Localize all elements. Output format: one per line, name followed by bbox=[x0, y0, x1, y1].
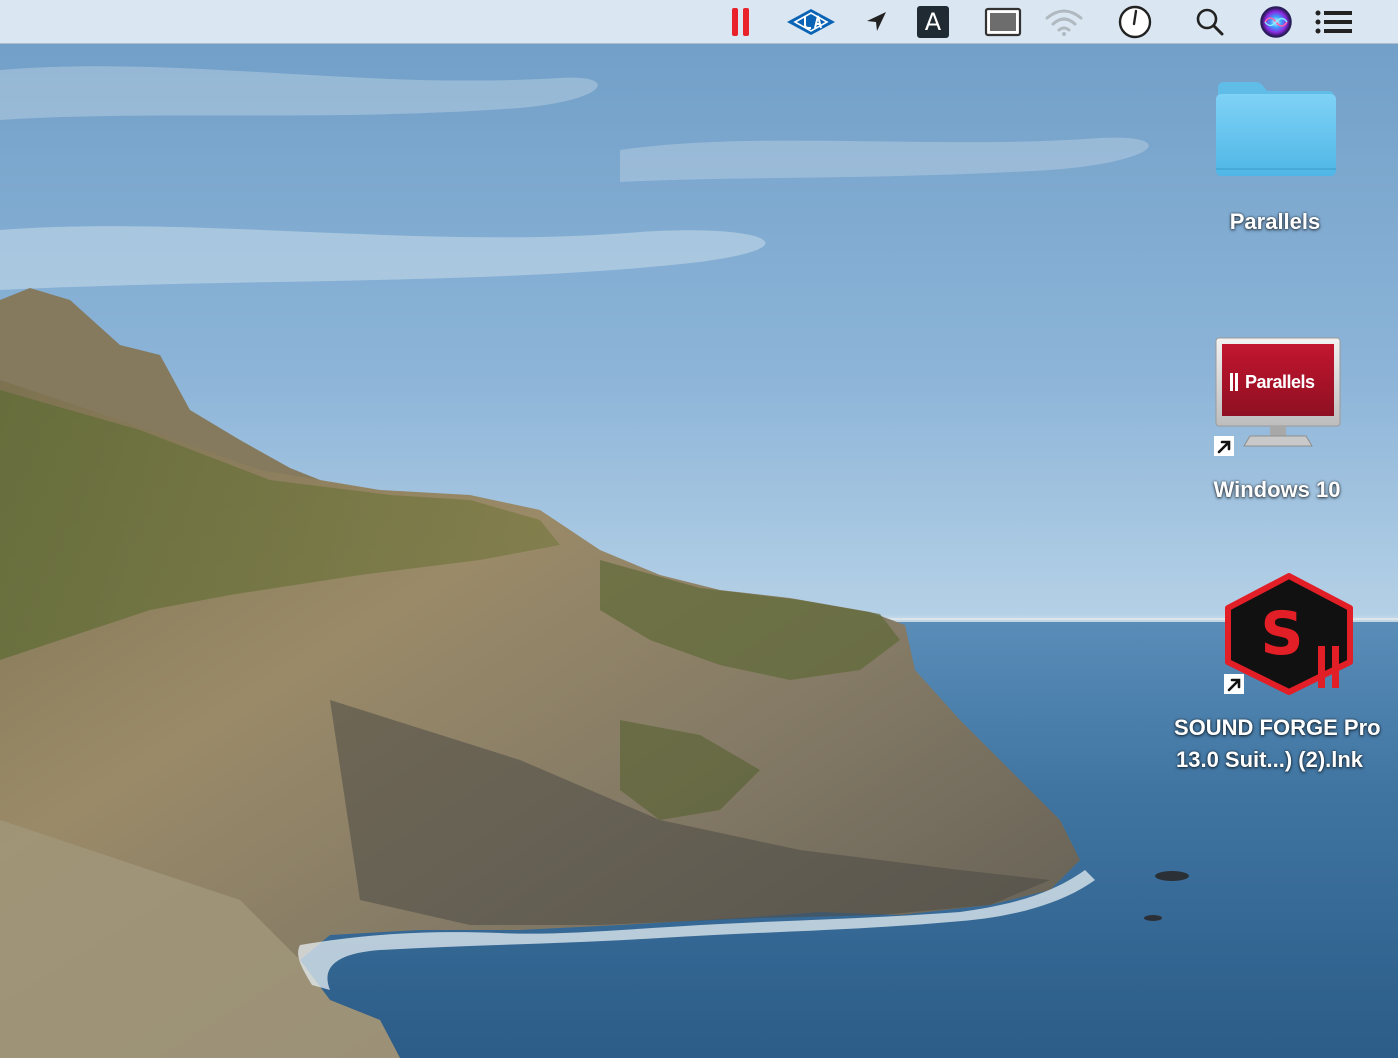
siri-icon[interactable] bbox=[1256, 4, 1296, 40]
location-arrow-icon[interactable] bbox=[856, 4, 896, 40]
notification-center-icon[interactable] bbox=[1314, 4, 1354, 40]
desktop-icon-label-line1: SOUND FORGE Pro bbox=[1174, 715, 1381, 740]
input-source-label: A bbox=[924, 8, 942, 36]
sound-forge-letter: S bbox=[1260, 599, 1303, 669]
clock-icon[interactable] bbox=[1115, 4, 1155, 40]
universal-audio-icon[interactable] bbox=[784, 4, 838, 40]
desktop-icon-label: Parallels bbox=[1229, 209, 1321, 234]
desktop-icon-label-line2: 13.0 Suit...) (2).lnk bbox=[1176, 747, 1364, 772]
input-source-icon[interactable]: A bbox=[913, 4, 953, 40]
parallels-screen-text: Parallels bbox=[1245, 372, 1315, 392]
desktop-icon-sound-forge[interactable]: S SOUND FORGE Pro 13.0 Suit...) (2).lnk bbox=[1160, 572, 1398, 778]
desktop-icon-parallels-folder[interactable]: Parallels bbox=[1190, 76, 1360, 246]
desktop-wallpaper bbox=[0, 0, 1398, 1058]
wifi-icon[interactable] bbox=[1044, 4, 1084, 40]
parallels-pause-icon[interactable] bbox=[721, 4, 761, 40]
menu-bar: A bbox=[0, 0, 1398, 44]
alias-arrow-icon bbox=[1214, 436, 1234, 456]
spotlight-search-icon[interactable] bbox=[1190, 4, 1230, 40]
folder-icon bbox=[1216, 82, 1336, 176]
alias-arrow-icon bbox=[1224, 674, 1244, 694]
parallels-vm-icon bbox=[1215, 337, 1341, 447]
screen-display-icon[interactable] bbox=[983, 4, 1023, 40]
desktop-icon-windows-10[interactable]: Parallels Windows 10 bbox=[1190, 334, 1364, 510]
desktop-icon-label: Windows 10 bbox=[1213, 477, 1341, 502]
